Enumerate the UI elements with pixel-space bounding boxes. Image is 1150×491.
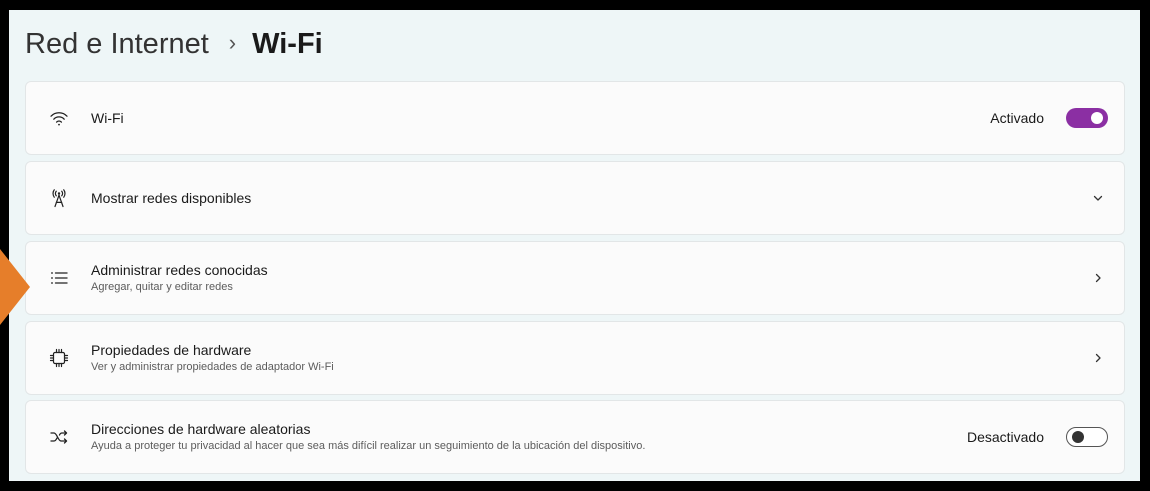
breadcrumb-separator: › (228, 30, 237, 55)
manage-known-networks-title: Administrar redes conocidas (91, 262, 268, 278)
hardware-properties-control (1090, 350, 1108, 366)
show-networks-row[interactable]: Mostrar redes disponibles (25, 161, 1125, 235)
random-hardware-addresses-row[interactable]: Direcciones de hardware aleatorias Ayuda… (25, 400, 1125, 474)
wifi-icon (48, 107, 70, 129)
show-networks-control (1090, 190, 1108, 206)
page-title: Wi-Fi (252, 27, 323, 60)
random-hardware-addresses-title: Direcciones de hardware aleatorias (91, 421, 311, 437)
breadcrumb: Red e Internet › Wi-Fi (25, 24, 323, 64)
chip-icon (48, 347, 70, 369)
wifi-control: Activado (990, 108, 1108, 128)
random-hardware-addresses-text: Direcciones de hardware aleatorias Ayuda… (91, 420, 645, 454)
wifi-toggle[interactable] (1066, 108, 1108, 128)
random-hardware-addresses-toggle[interactable] (1066, 427, 1108, 447)
wifi-row[interactable]: Wi-Fi Activado (25, 81, 1125, 155)
wifi-status: Activado (990, 110, 1044, 126)
random-hardware-addresses-status: Desactivado (966, 429, 1044, 445)
manage-known-networks-subtitle: Agregar, quitar y editar redes (91, 281, 233, 293)
hardware-properties-row[interactable]: Propiedades de hardware Ver y administra… (25, 321, 1125, 395)
toggle-knob (1091, 112, 1103, 124)
manage-known-networks-text: Administrar redes conocidas Agregar, qui… (91, 261, 268, 295)
show-networks-text: Mostrar redes disponibles (91, 189, 251, 207)
antenna-icon (48, 187, 70, 209)
chevron-right-icon[interactable] (1090, 270, 1106, 286)
settings-window: Red e Internet › Wi-Fi Wi-Fi Activado Mo… (9, 10, 1140, 481)
random-hardware-addresses-subtitle: Ayuda a proteger tu privacidad al hacer … (91, 440, 646, 452)
hardware-properties-title: Propiedades de hardware (91, 342, 252, 358)
breadcrumb-parent[interactable]: Red e Internet (25, 28, 209, 61)
show-networks-title: Mostrar redes disponibles (91, 190, 252, 206)
random-hardware-addresses-control: Desactivado (967, 427, 1108, 447)
toggle-knob (1072, 431, 1084, 443)
chevron-right-icon[interactable] (1090, 350, 1106, 366)
list-icon (48, 267, 70, 289)
manage-known-networks-control (1090, 270, 1108, 286)
hardware-properties-subtitle: Ver y administrar propiedades de adaptad… (91, 361, 334, 373)
wifi-row-text: Wi-Fi (91, 109, 124, 127)
shuffle-icon (48, 426, 70, 448)
chevron-down-icon[interactable] (1090, 190, 1106, 206)
hardware-properties-text: Propiedades de hardware Ver y administra… (91, 341, 334, 375)
wifi-title: Wi-Fi (91, 110, 124, 126)
manage-known-networks-row[interactable]: Administrar redes conocidas Agregar, qui… (25, 241, 1125, 315)
